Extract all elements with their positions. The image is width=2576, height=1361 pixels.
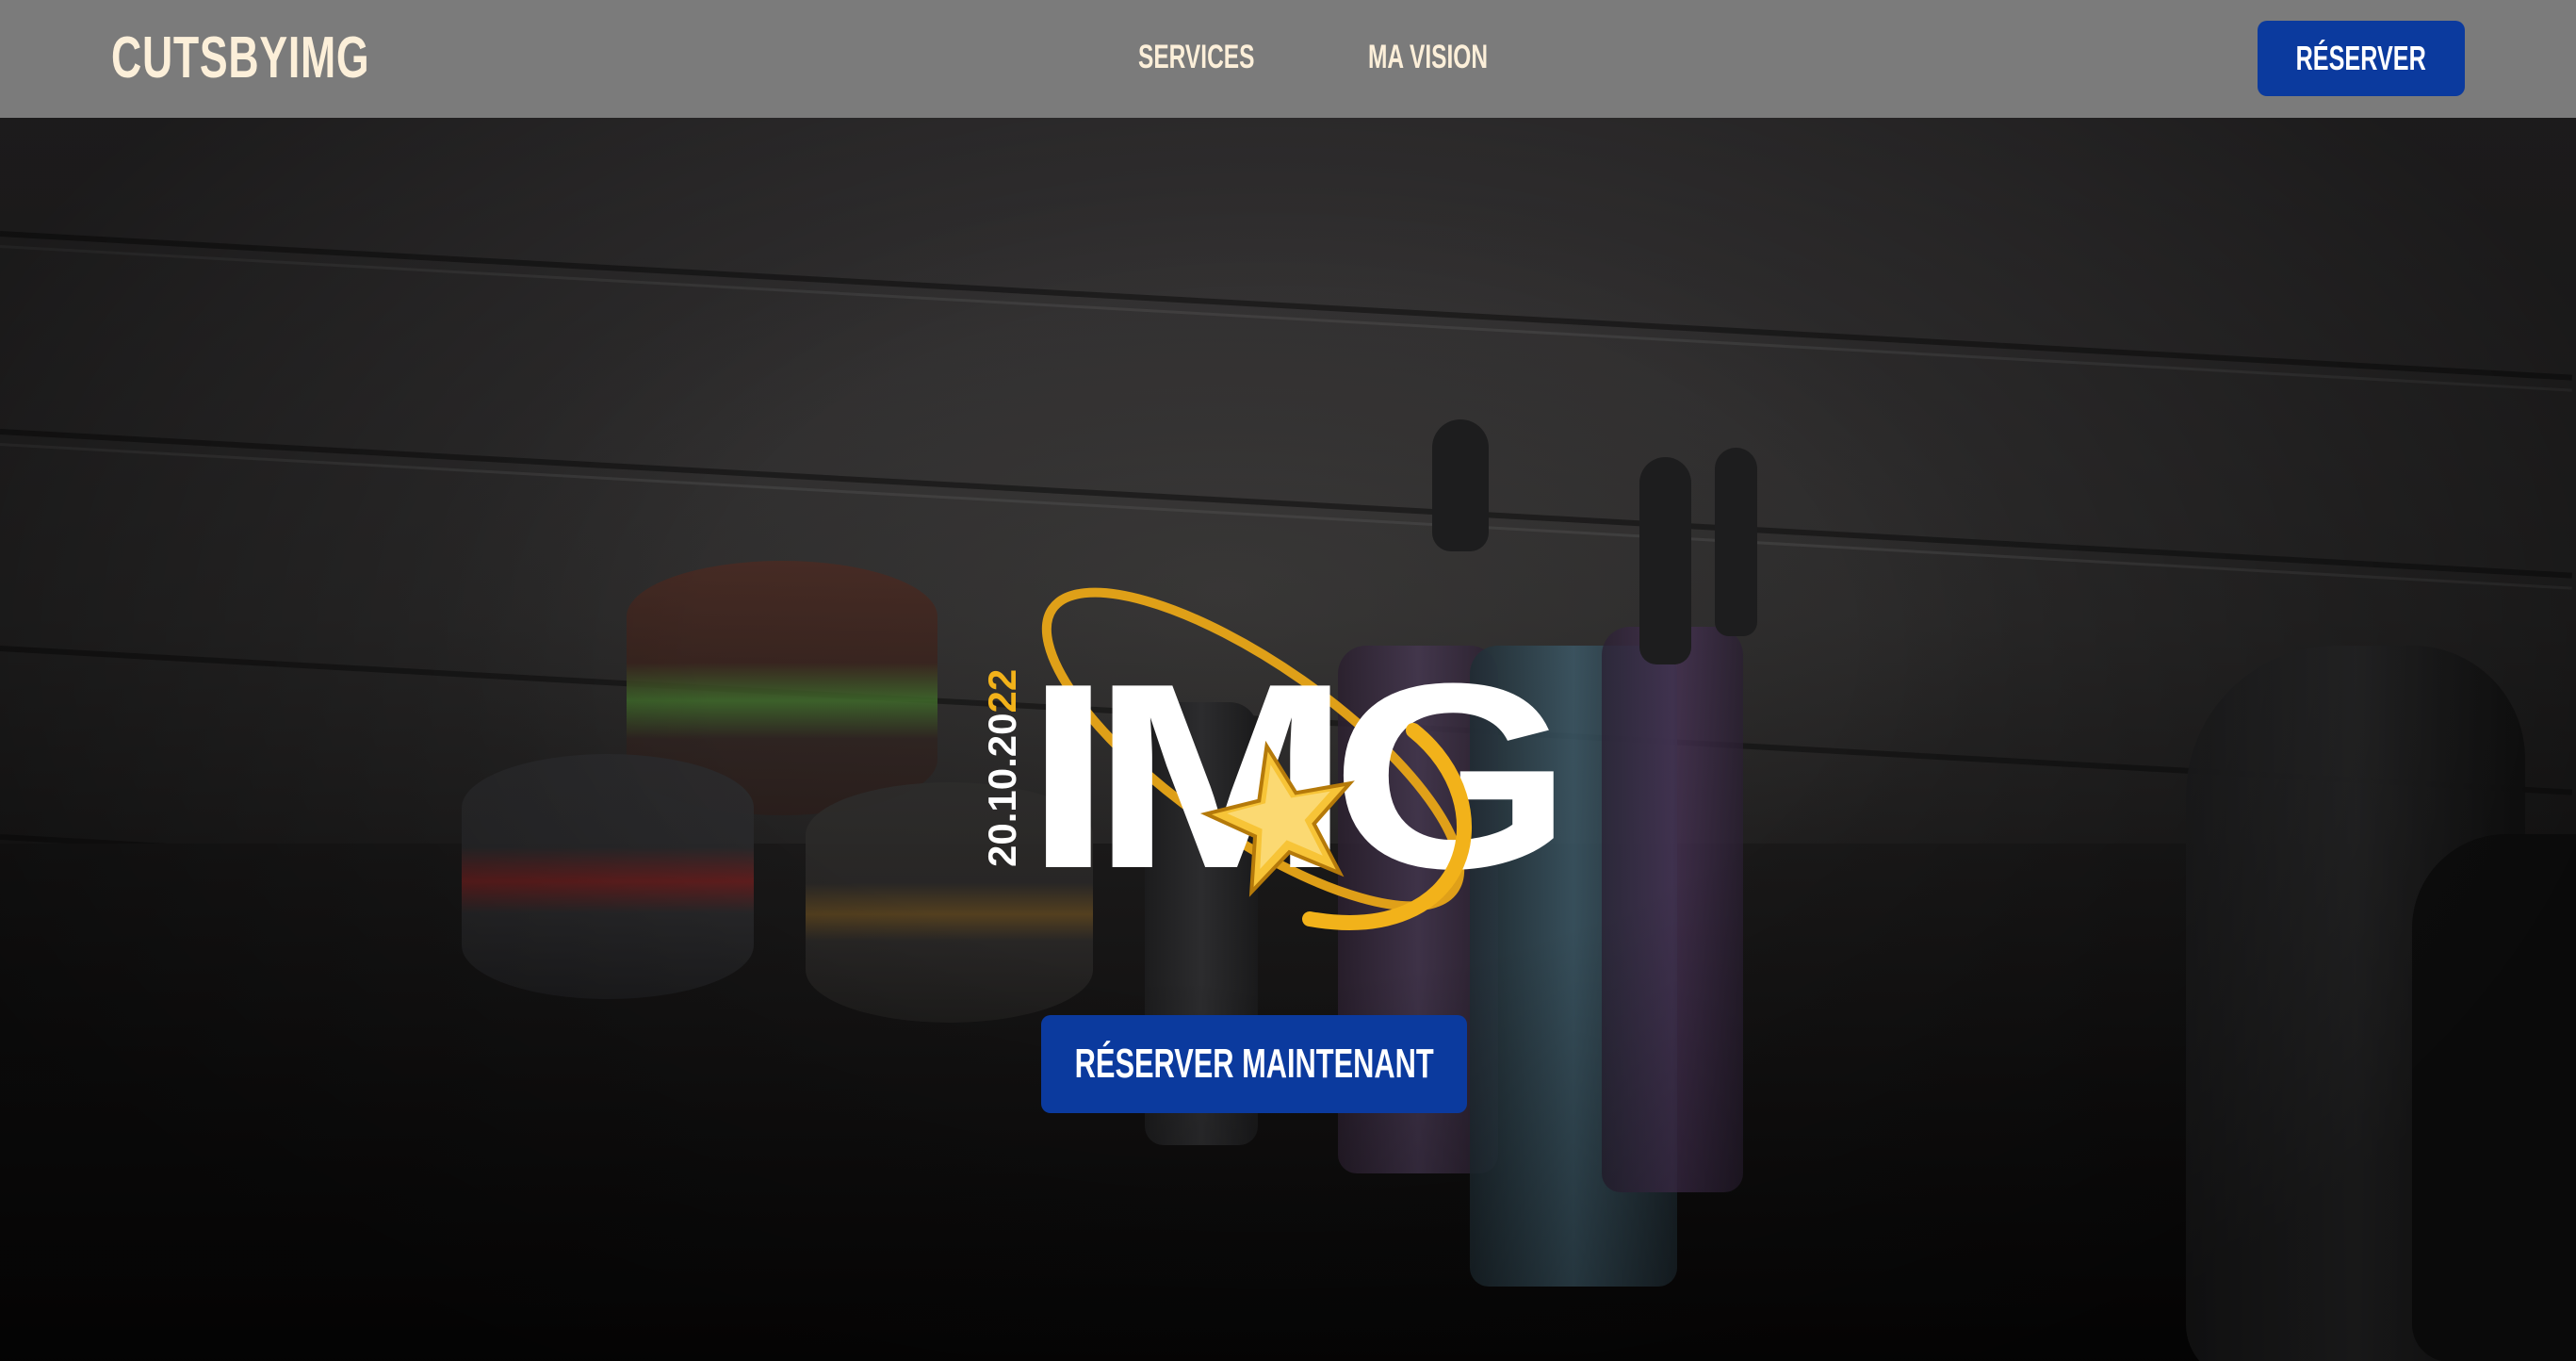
hero-section: 20.10.2022 IMG [0,118,2576,1361]
reserve-now-button[interactable]: RÉSERVER MAINTENANT [1041,1015,1467,1113]
reserve-now-button-label: RÉSERVER MAINTENANT [1074,1041,1434,1087]
reserve-button-label: RÉSERVER [2295,39,2427,77]
reserve-button[interactable]: RÉSERVER [2258,21,2465,96]
top-navbar: CUTSBYIMG SERVICES MA VISION RÉSERVER [0,0,2576,118]
logo-date: 20.10.2022 [980,669,1024,867]
nav-link-services[interactable]: SERVICES [1138,36,1254,79]
nav-link-ma-vision[interactable]: MA VISION [1368,36,1488,79]
img-logo: 20.10.2022 IMG [980,587,1564,930]
brand-logo-text[interactable]: CUTSBYIMG [111,28,369,89]
logo-wordmark: IMG [1025,630,1555,924]
